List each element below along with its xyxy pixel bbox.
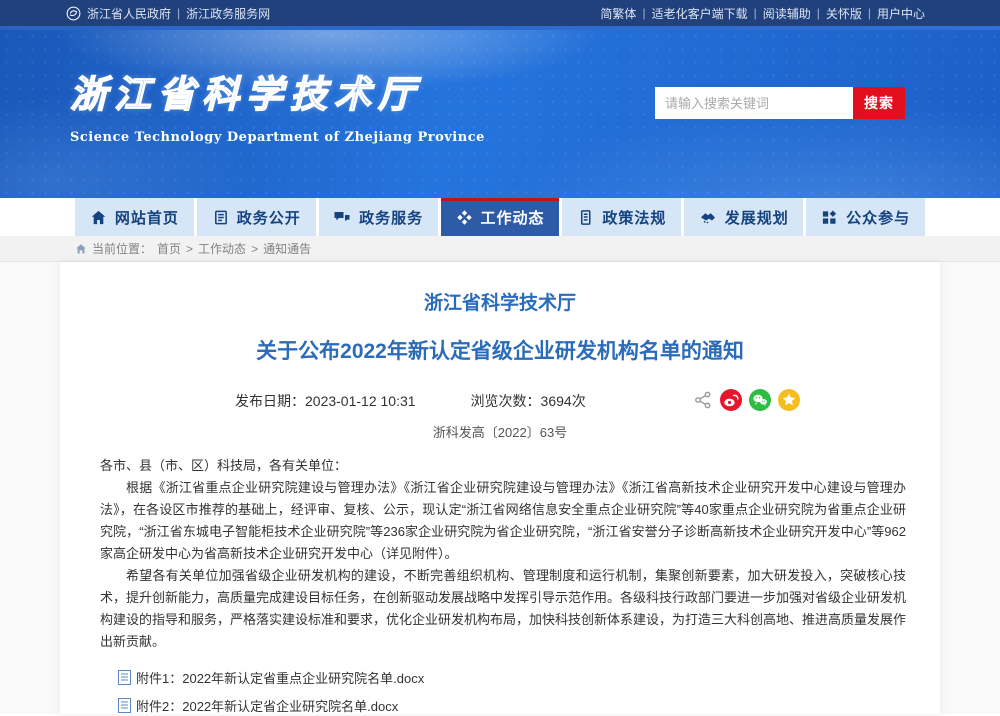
link-elderly-client-download[interactable]: 适老化客户端下载 [652,5,748,22]
site-subtitle-en: Science Technology Department of Zhejian… [70,130,485,145]
banner: 浙江省科学技术厅 Science Technology Department o… [0,30,1000,198]
pinwheel-icon [456,209,473,226]
paragraph-1: 根据《浙江省重点企业研究院建设与管理办法》《浙江省企业研究院建设与管理办法》《浙… [100,477,906,565]
newspaper-icon [212,209,229,226]
link-care-version[interactable]: 关怀版 [826,5,862,22]
nav-label: 工作动态 [481,207,545,228]
view-count: 浏览次数：3694次 [471,391,586,411]
nav-item-work-updates[interactable]: 工作动态 [441,198,560,236]
nav-label: 政策法规 [602,207,666,228]
attachment-list: 附件1：2022年新认定省重点企业研究院名单.docx 附件2：2022年新认定… [60,653,940,716]
gov-emblem-icon [66,6,81,21]
home-icon [90,209,107,226]
search-button[interactable]: 搜索 [853,87,905,119]
article-title-line1: 浙江省科学技术厅 [60,288,940,315]
separator: | [868,6,871,20]
search-input[interactable] [655,87,853,119]
publish-date-value: 2023-01-12 10:31 [305,393,416,409]
nav-item-home[interactable]: 网站首页 [75,198,194,236]
topbar-left: 浙江省人民政府 | 浙江政务服务网 [66,5,270,22]
nav-label: 政务公开 [237,207,301,228]
breadcrumb-notices[interactable]: 通知通告 [263,240,311,257]
link-reading-assist[interactable]: 阅读辅助 [763,5,811,22]
weibo-icon[interactable] [720,389,742,411]
link-provincial-government[interactable]: 浙江省人民政府 [87,5,171,22]
nav-item-gov-disclosure[interactable]: 政务公开 [197,198,316,236]
doc-file-icon [118,698,131,713]
doc-file-icon [118,670,131,685]
search-box: 搜索 [655,87,905,119]
top-utility-bar: 浙江省人民政府 | 浙江政务服务网 简繁体 | 适老化客户端下载 | 阅读辅助 … [0,0,1000,26]
main-navigation: 网站首页 政务公开 政务服务 工作动态 政策法规 发展规划 [0,198,1000,236]
qzone-star-icon[interactable] [778,389,800,411]
nav-label: 政务服务 [359,207,423,228]
attachment-link-2[interactable]: 附件2：2022年新认定省企业研究院名单.docx [118,696,940,715]
share-icon[interactable] [693,390,713,410]
nav-item-policies[interactable]: 政策法规 [562,198,681,236]
salutation: 各市、县（市、区）科技局，各有关单位： [100,455,906,477]
breadcrumb-separator: > [251,242,258,256]
document-icon [577,209,594,226]
separator: | [177,6,180,20]
article-meta: 发布日期：2023-01-12 10:31 浏览次数：3694次 [60,389,940,413]
nav-item-development-plans[interactable]: 发展规划 [684,198,803,236]
nav-item-gov-services[interactable]: 政务服务 [319,198,438,236]
breadcrumb-label: 当前位置： [92,240,152,257]
breadcrumb-work-updates[interactable]: 工作动态 [198,240,246,257]
views-label: 浏览次数： [471,393,541,409]
content-area: 浙江省科学技术厅 关于公布2022年新认定省级企业研发机构名单的通知 发布日期：… [0,262,1000,714]
article-card: 浙江省科学技术厅 关于公布2022年新认定省级企业研发机构名单的通知 发布日期：… [60,262,940,714]
handshake-icon [699,208,717,226]
separator: | [817,6,820,20]
wechat-icon[interactable] [749,389,771,411]
site-logo: 浙江省科学技术厅 Science Technology Department o… [70,64,485,145]
blocks-icon [821,209,838,226]
site-title: 浙江省科学技术厅 [70,64,485,118]
nav-label: 发展规划 [725,207,789,228]
nav-item-public-participation[interactable]: 公众参与 [806,198,925,236]
breadcrumb-separator: > [186,242,193,256]
article-body: 各市、县（市、区）科技局，各有关单位： 根据《浙江省重点企业研究院建设与管理办法… [60,441,940,653]
views-value: 3694次 [541,393,586,409]
separator: | [642,6,645,20]
breadcrumb: 当前位置： 首页 > 工作动态 > 通知通告 [0,236,1000,262]
chat-bubbles-icon [333,208,351,226]
separator: | [754,6,757,20]
article-title-line2: 关于公布2022年新认定省级企业研发机构名单的通知 [60,335,940,365]
page: 浙江省人民政府 | 浙江政务服务网 简繁体 | 适老化客户端下载 | 阅读辅助 … [0,0,1000,716]
share-bar [693,389,800,411]
document-number: 浙科发高〔2022〕63号 [60,422,940,441]
attachment-link-1[interactable]: 附件1：2022年新认定省重点企业研究院名单.docx [118,668,940,687]
link-simplified-traditional[interactable]: 简繁体 [600,5,636,22]
publish-date: 发布日期：2023-01-12 10:31 [235,391,416,411]
attachment-label: 附件1：2022年新认定省重点企业研究院名单.docx [136,668,424,687]
link-user-center[interactable]: 用户中心 [877,5,925,22]
paragraph-2: 希望各有关单位加强省级企业研发机构的建设，不断完善组织机构、管理制度和运行机制，… [100,565,906,653]
link-gov-service-net[interactable]: 浙江政务服务网 [186,5,270,22]
home-small-icon [75,243,87,255]
nav-label: 公众参与 [846,207,910,228]
attachment-label: 附件2：2022年新认定省企业研究院名单.docx [136,696,398,715]
publish-date-label: 发布日期： [235,393,305,409]
topbar-right: 简繁体 | 适老化客户端下载 | 阅读辅助 | 关怀版 | 用户中心 [600,5,925,22]
breadcrumb-home[interactable]: 首页 [157,240,181,257]
nav-label: 网站首页 [115,207,179,228]
